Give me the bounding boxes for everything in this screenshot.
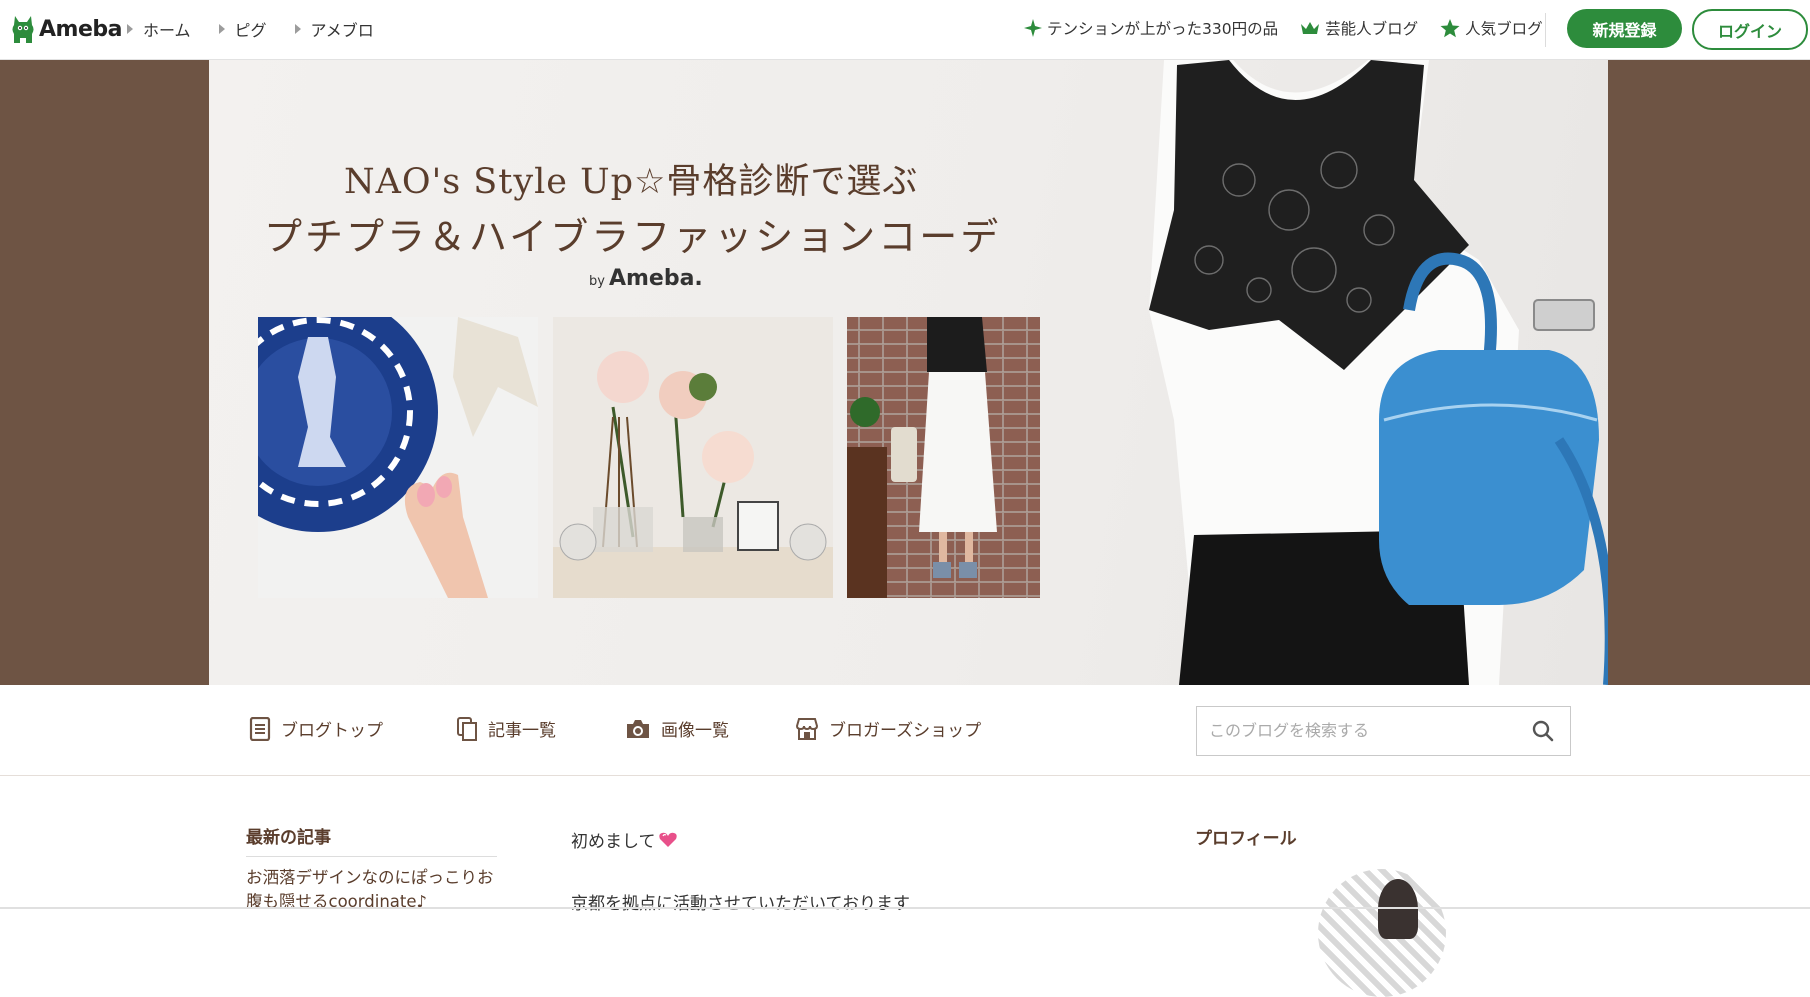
post-text-line1: 初めまして [571,827,678,852]
header-links: テンションが上がった330円の品 芸能人ブログ 人気ブログ [1024,17,1565,39]
link-celebrity-blog[interactable]: 芸能人ブログ [1300,17,1418,39]
nav-pigg[interactable]: ピグ [218,17,267,41]
latest-articles-divider [246,856,497,857]
banner-title-line1: NAO's Style Up☆骨格診断で選ぶ [344,162,919,202]
shop-icon [795,717,819,740]
nav-article-list[interactable]: 記事一覧 [456,716,556,741]
nav-image-list-label: 画像一覧 [661,721,729,741]
blog-search-input[interactable] [1197,707,1529,753]
register-button[interactable]: 新規登録 [1567,9,1682,48]
camera-icon [627,719,649,738]
nav-blog-top-label: ブログトップ [281,721,383,741]
search-icon[interactable] [1532,720,1554,742]
header-divider [1545,13,1546,47]
nav-article-list-label: 記事一覧 [488,721,556,741]
link-popular-blog[interactable]: 人気ブログ [1440,17,1543,39]
banner-photo-roses [553,317,833,598]
nav-home[interactable]: ホーム [127,17,191,41]
nav-image-list[interactable]: 画像一覧 [625,716,729,741]
ameba-logo[interactable]: Ameba [10,12,122,46]
banner-by-prefix: by [589,274,605,289]
logo-text: Ameba [39,16,122,42]
profile-avatar[interactable] [1318,869,1446,997]
profile-title: プロフィール [1195,829,1297,849]
banner-photo-plate-nails [258,317,538,598]
copy-icon [457,716,477,741]
nav-home-label: ホーム [143,21,191,40]
document-icon [249,716,271,741]
sparkle-icon [1024,19,1042,37]
crown-icon [1301,22,1320,34]
blog-search-box [1196,706,1571,756]
banner-photo-outfit [847,317,1040,598]
chevron-right-icon [127,24,133,34]
banner-title-line2: プチプラ＆ハイブラファッションコーデ [264,215,1002,259]
nav-ameblo[interactable]: アメブロ [294,17,374,41]
nav-blog-top[interactable]: ブログトップ [249,716,383,741]
banner-by-ameba: by Ameba. [589,266,703,291]
latest-articles-title: 最新の記事 [246,828,331,848]
link-celebrity-blog-label: 芸能人ブログ [1325,20,1419,38]
ameba-mascot-icon [12,16,34,43]
global-header: Ameba ホーム ピグ アメブロ テンションが上がった330円の品 芸能人ブロ… [0,0,1810,60]
post-greeting: 初めまして [571,832,656,852]
login-button[interactable]: ログイン [1692,9,1808,50]
global-nav: ホーム ピグ アメブロ [127,17,402,41]
link-popular-blog-label: 人気ブログ [1465,20,1543,38]
blog-navigation: ブログトップ 記事一覧 画像一覧 ブロガーズショップ [0,686,1810,776]
nav-bloggers-shop[interactable]: ブロガーズショップ [795,716,981,741]
banner-by-brand: Ameba. [608,266,703,291]
chevron-right-icon [294,24,301,34]
nav-pigg-label: ピグ [234,21,267,40]
nav-bloggers-shop-label: ブロガーズショップ [829,721,982,741]
nav-ameblo-label: アメブロ [310,21,374,40]
banner-clothes-illustration [1149,60,1608,685]
star-icon [1440,18,1460,37]
post-text-line2: 京都を拠点に活動させていただいております [571,894,910,914]
link-330yen-label: テンションが上がった330円の品 [1047,20,1279,38]
chevron-right-icon [218,24,225,34]
heart-icon [658,832,677,847]
blog-header-banner[interactable]: NAO's Style Up☆骨格診断で選ぶ プチプラ＆ハイブラファッションコー… [209,60,1608,685]
link-330yen[interactable]: テンションが上がった330円の品 [1024,17,1278,39]
